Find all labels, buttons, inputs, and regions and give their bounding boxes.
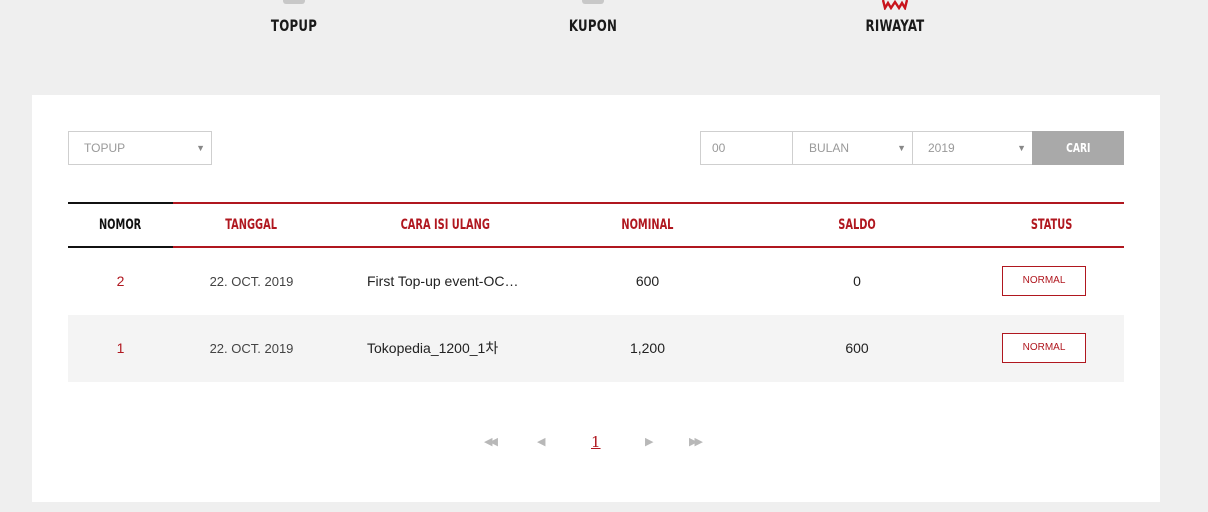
search-button-label: CARI (1065, 141, 1091, 155)
column-header-cara-isi-ulang: CARA ISI ULANG (400, 217, 490, 233)
column-header-status: STATUS (1030, 217, 1073, 233)
row-number: 2 (116, 273, 125, 289)
row-method: First Top-up event-OC… (367, 273, 519, 289)
chevron-down-icon: ▼ (897, 143, 906, 153)
page-link-current[interactable]: 1 (591, 429, 601, 455)
year-select-value: 2019 (928, 141, 955, 155)
tab-topup-label: TOPUP (270, 16, 318, 35)
topup-icon (283, 0, 305, 4)
column-header-saldo: SALDO (838, 217, 876, 233)
first-page-icon[interactable]: ◀◀ (484, 429, 498, 455)
day-input-value: 00 (712, 141, 726, 155)
table-row: 1 22. OCT. 2019 Tokopedia_1200_1차 1,200 … (68, 315, 1124, 382)
column-header-tanggal: TANGGAL (225, 217, 278, 233)
history-icon (881, 0, 909, 12)
row-date: 22. OCT. 2019 (209, 274, 294, 289)
last-page-icon[interactable]: ▶▶ (689, 429, 703, 455)
day-input[interactable]: 00 (700, 131, 793, 165)
coupon-icon (582, 0, 604, 4)
history-table: NOMOR TANGGAL CARA ISI ULANG NOMINAL SAL… (68, 202, 1124, 382)
search-button[interactable]: CARI (1032, 131, 1124, 165)
tab-kupon-label: KUPON (568, 16, 618, 35)
history-panel: TOPUP ▼ 00 BULAN ▼ 2019 ▼ CARI NOMOR TAN… (32, 95, 1160, 502)
type-select-value: TOPUP (84, 141, 126, 155)
row-method: Tokopedia_1200_1차 (367, 340, 499, 356)
column-header-nominal: NOMINAL (621, 217, 674, 233)
next-page-icon[interactable]: ▶ (645, 429, 653, 455)
month-select[interactable]: BULAN ▼ (792, 131, 913, 165)
row-saldo: 0 (853, 273, 861, 289)
row-number: 1 (116, 340, 125, 356)
table-row: 2 22. OCT. 2019 First Top-up event-OC… 6… (68, 248, 1124, 315)
year-select[interactable]: 2019 ▼ (912, 131, 1033, 165)
row-date: 22. OCT. 2019 (209, 341, 294, 356)
column-header-nomor: NOMOR (99, 217, 142, 233)
pagination: ◀◀ ◀ 1 ▶ ▶▶ (32, 429, 1160, 455)
tab-riwayat-label: RIWAYAT (865, 16, 925, 35)
top-navigation: TOPUP KUPON RIWAYAT (0, 0, 1208, 60)
row-saldo: 600 (845, 340, 869, 356)
status-badge: NORMAL (1002, 333, 1086, 363)
table-header: NOMOR TANGGAL CARA ISI ULANG NOMINAL SAL… (68, 202, 1124, 248)
chevron-down-icon: ▼ (1017, 143, 1026, 153)
month-select-value: BULAN (809, 141, 850, 155)
type-select[interactable]: TOPUP ▼ (68, 131, 212, 165)
row-nominal: 600 (635, 273, 660, 289)
row-nominal: 1,200 (629, 340, 666, 356)
status-badge: NORMAL (1002, 266, 1086, 296)
chevron-down-icon: ▼ (196, 143, 205, 153)
prev-page-icon[interactable]: ◀ (537, 429, 545, 455)
